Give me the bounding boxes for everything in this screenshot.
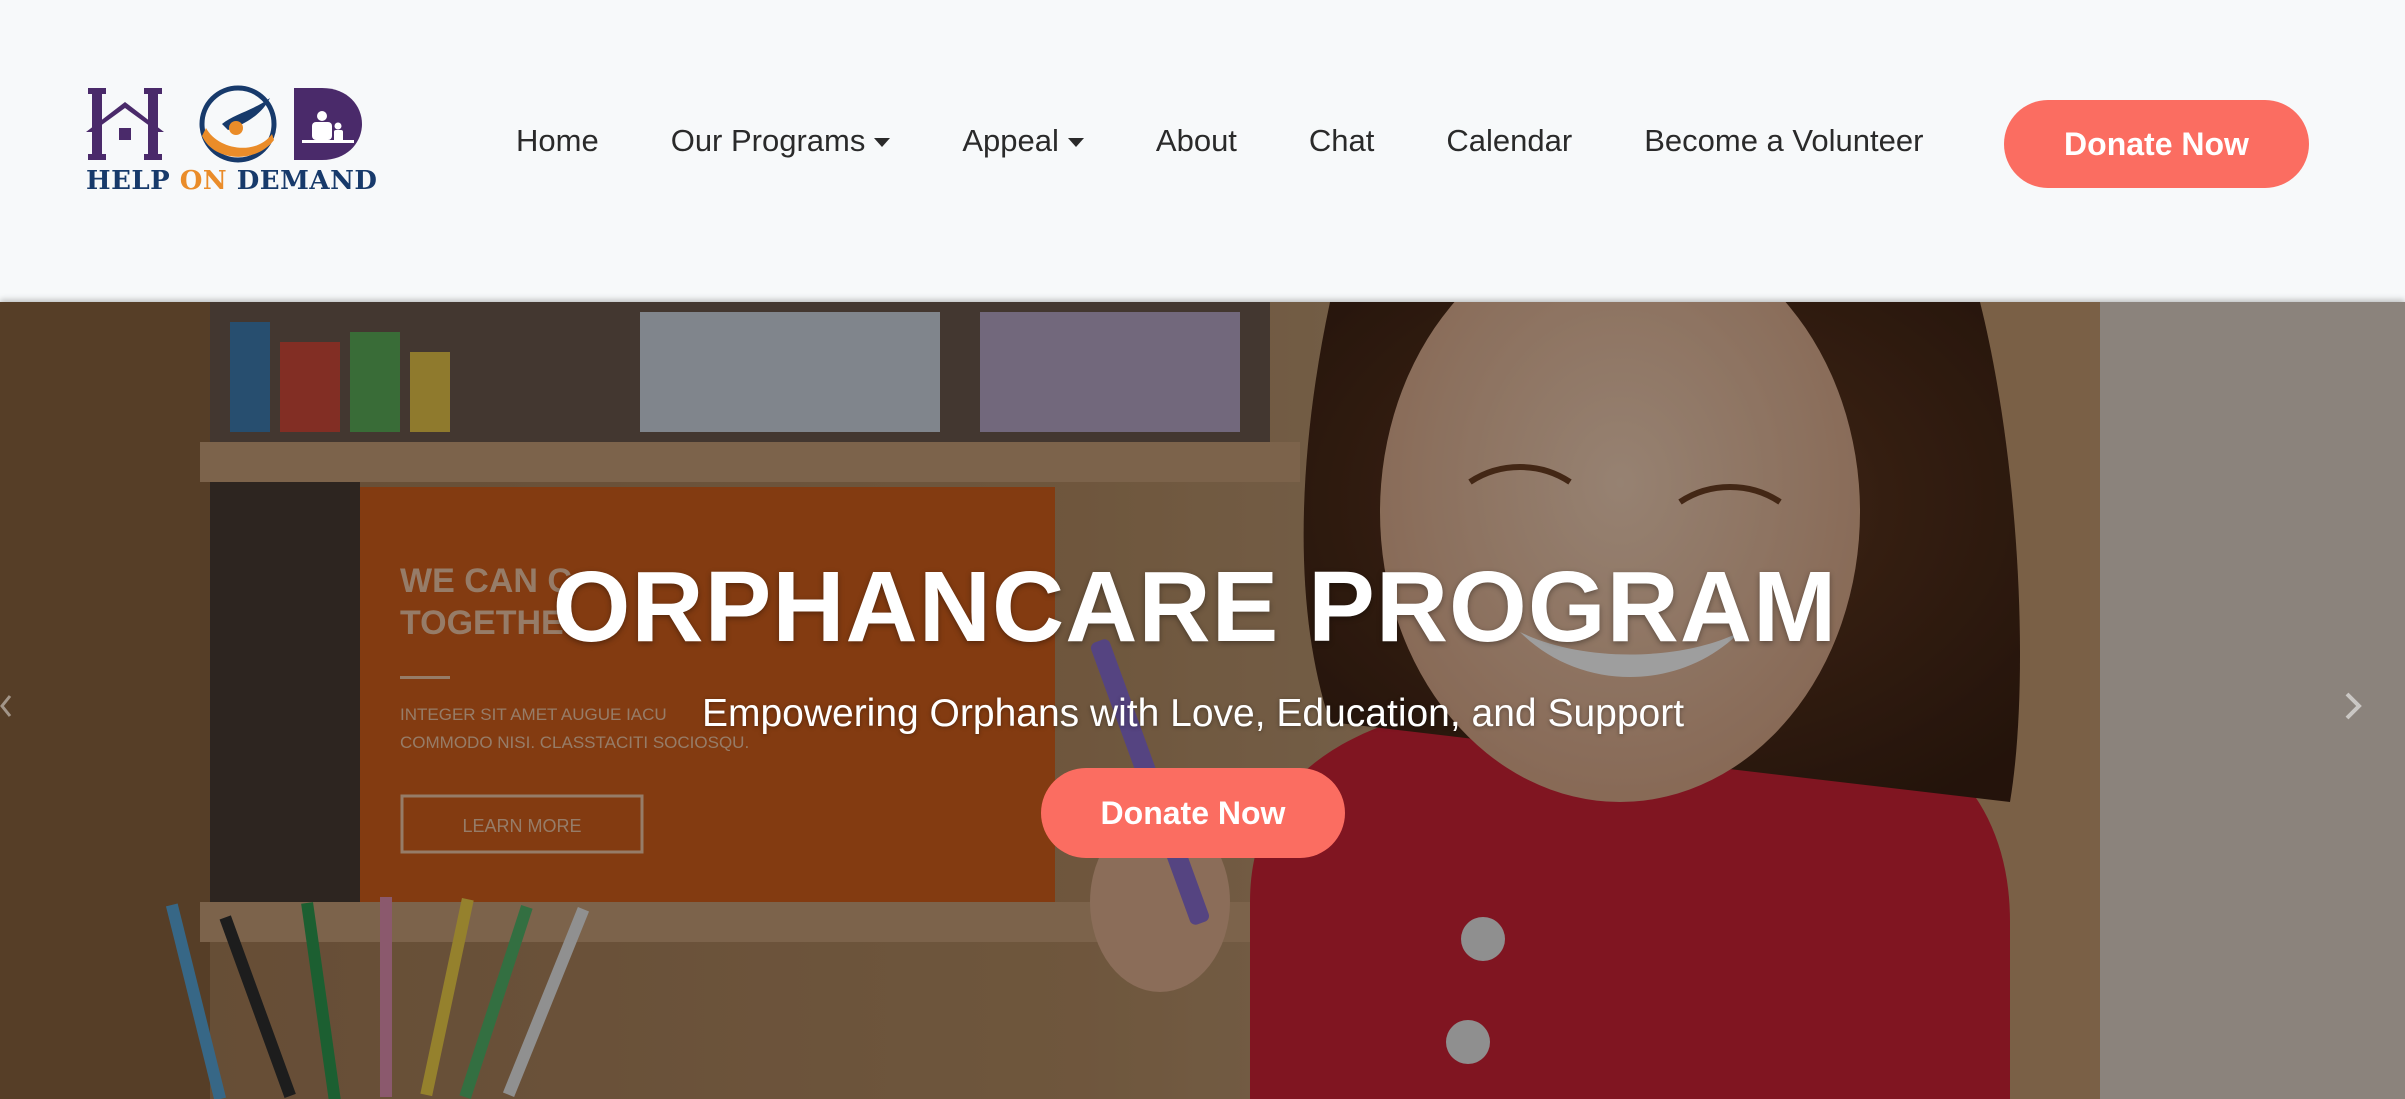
chevron-left-icon — [0, 695, 12, 717]
logo-wordmark-demand: DEMAND — [227, 166, 378, 196]
nav-item-label: Become a Volunteer — [1644, 123, 1924, 158]
nav-item-about[interactable]: About — [1156, 123, 1237, 159]
hero-title: ORPHANCARE PROGRAM — [552, 551, 1838, 663]
nav-item-appeal[interactable]: Appeal — [962, 123, 1084, 159]
carousel-prev-control[interactable] — [0, 686, 14, 726]
logo-wordmark-on: ON — [179, 166, 228, 196]
nav-item-label: Appeal — [962, 123, 1059, 158]
nav-item-label: Our Programs — [670, 123, 866, 158]
site-logo[interactable]: HELP ON DEMAND — [86, 84, 377, 200]
logo-wordmark: HELP ON DEMAND — [86, 166, 377, 196]
nav-item-chat[interactable]: Chat — [1309, 123, 1374, 159]
nav-item-become-volunteer[interactable]: Become a Volunteer — [1644, 123, 1923, 159]
header-donate-button[interactable]: Donate Now — [2004, 100, 2309, 188]
nav-item-calendar[interactable]: Calendar — [1446, 123, 1572, 159]
hero-carousel: WE CAN C TOGETHE INTEGER SIT AMET AUGUE … — [0, 302, 2405, 1099]
nav-item-label: Home — [516, 123, 599, 158]
nav-item-label: Calendar — [1446, 123, 1573, 158]
main-nav: Home Our Programs Appeal About Chat Cale… — [516, 120, 1923, 162]
site-header: HELP ON DEMAND Home Our Programs Appeal … — [0, 0, 2405, 302]
nav-item-our-programs[interactable]: Our Programs — [671, 123, 891, 159]
nav-item-label: About — [1155, 123, 1237, 158]
logo-wordmark-help: HELP — [86, 166, 180, 196]
nav-item-home[interactable]: Home — [516, 123, 599, 159]
chevron-right-icon — [2345, 692, 2362, 720]
caret-down-icon — [874, 137, 891, 147]
logo-mark — [86, 85, 362, 163]
hero-subtitle: Empowering Orphans with Love, Education,… — [701, 692, 1685, 735]
hero-donate-button[interactable]: Donate Now — [1041, 768, 1345, 858]
carousel-next-control[interactable] — [2336, 686, 2370, 726]
nav-item-label: Chat — [1308, 123, 1375, 158]
caret-down-icon — [1067, 137, 1084, 147]
